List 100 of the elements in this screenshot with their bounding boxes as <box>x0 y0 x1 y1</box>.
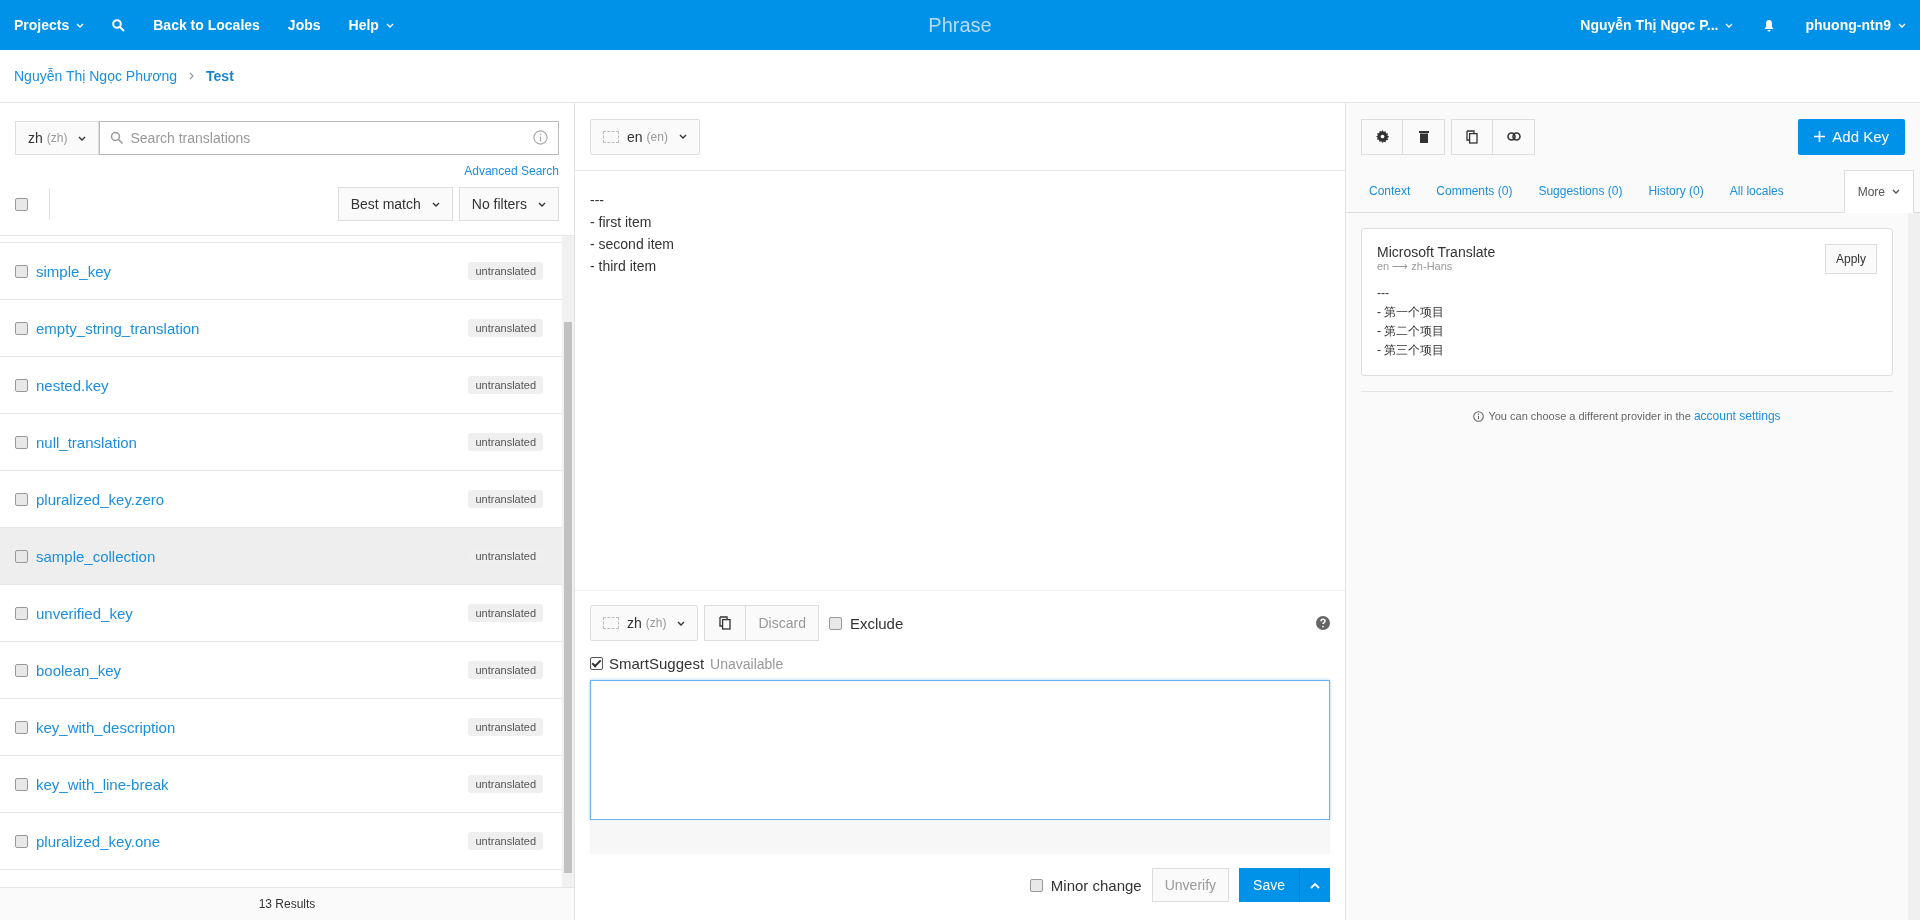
plus-icon <box>1814 131 1826 142</box>
tab[interactable]: History (0) <box>1635 170 1717 212</box>
row-checkbox[interactable] <box>15 492 28 506</box>
key-name-link[interactable]: key_with_description <box>36 718 461 736</box>
tab[interactable]: Suggestions (0) <box>1525 170 1636 212</box>
duplicate-button[interactable] <box>1451 118 1493 155</box>
status-badge: untranslated <box>468 262 543 280</box>
copy-button[interactable] <box>704 605 747 641</box>
key-name-link[interactable]: nested.key <box>36 376 461 394</box>
smartsuggest-checkbox[interactable] <box>590 657 603 670</box>
chevron-down-icon <box>1725 22 1734 28</box>
key-row[interactable]: sample_collection untranslated <box>0 528 562 585</box>
suggestion-text-line: - 第一个项目 <box>1377 304 1446 321</box>
copy-icon <box>719 616 732 630</box>
tab[interactable]: All locales <box>1716 170 1797 212</box>
tab[interactable]: More <box>1843 170 1914 213</box>
save-options-button[interactable] <box>1299 868 1330 902</box>
info-icon <box>1473 410 1485 422</box>
chevron-down-icon <box>677 620 686 626</box>
unverify-button[interactable]: Unverify <box>1151 868 1230 902</box>
caret-up-icon <box>1310 881 1320 889</box>
nav-link[interactable]: Jobs <box>287 17 321 33</box>
source-text-line: - third item <box>590 257 658 276</box>
source-text-line: --- <box>590 191 605 210</box>
status-badge: untranslated <box>468 604 543 622</box>
source-text-line: - first item <box>590 213 653 232</box>
filter-dropdown[interactable]: No filters <box>458 187 559 221</box>
row-checkbox[interactable] <box>15 606 28 620</box>
tab[interactable]: Context <box>1356 170 1424 212</box>
chevron-down-icon <box>538 201 546 207</box>
discard-button[interactable]: Discard <box>746 605 819 641</box>
row-checkbox[interactable] <box>15 264 28 278</box>
chevron-right-icon <box>189 72 195 80</box>
user-menu[interactable]: Nguyễn Thị Ngọc P... <box>1580 17 1734 33</box>
sort-dropdown[interactable]: Best match <box>337 187 453 221</box>
copy-icon <box>1466 129 1478 144</box>
row-checkbox[interactable] <box>15 663 28 677</box>
search-field[interactable]: Search translations <box>99 121 559 155</box>
save-button[interactable]: Save <box>1239 868 1299 902</box>
chevron-down-icon <box>1892 189 1900 194</box>
suggestion-text-line: --- <box>1377 285 1390 302</box>
chevron-down-icon <box>385 22 394 28</box>
locale-dropdown[interactable]: zh (zh) <box>15 121 100 155</box>
link-button[interactable] <box>1493 118 1535 155</box>
link-icon <box>1506 132 1521 141</box>
nav-menu[interactable]: Help <box>348 17 394 33</box>
delete-button[interactable] <box>1403 118 1445 155</box>
provider-name: Microsoft Translate <box>1377 244 1496 260</box>
nav-menu[interactable]: Projects <box>14 17 85 33</box>
info-text: You can choose a different provider in the account settings <box>1488 409 1781 423</box>
row-checkbox[interactable] <box>15 549 28 563</box>
suggestion-text-line: - 第三个项目 <box>1377 342 1446 359</box>
row-checkbox[interactable] <box>15 321 28 335</box>
help-icon[interactable] <box>1316 616 1330 630</box>
locale-dropdown[interactable]: zh (zh) <box>590 605 699 641</box>
language-direction: en ⟶ zh-Hans <box>1377 260 1454 273</box>
key-name-link[interactable]: simple_key <box>36 262 461 280</box>
key-name-link[interactable]: unverified_key <box>36 604 461 622</box>
breadcrumb-link[interactable]: Test <box>206 68 234 84</box>
account-menu[interactable]: phuong-ntn9 <box>1805 17 1906 33</box>
key-name-link[interactable]: pluralized_key.zero <box>36 490 461 508</box>
row-checkbox[interactable] <box>15 378 28 392</box>
status-badge: untranslated <box>468 490 543 508</box>
minor-change-checkbox[interactable] <box>1029 878 1043 892</box>
status-badge: untranslated <box>468 832 543 850</box>
advanced-search-link[interactable]: Advanced Search <box>464 164 559 178</box>
checkbox-label: Exclude <box>849 614 904 632</box>
nav-link[interactable]: Back to Locales <box>153 17 260 33</box>
row-checkbox[interactable] <box>15 777 28 791</box>
gear-icon <box>1375 130 1389 143</box>
account-settings-link[interactable]: account settings <box>1693 409 1781 423</box>
chevron-down-icon <box>678 134 687 139</box>
add-key-button[interactable]: Add Key <box>1798 118 1905 155</box>
select-all-checkbox[interactable] <box>15 197 28 211</box>
checkbox-label: SmartSuggest <box>609 655 705 672</box>
settings-button[interactable] <box>1361 118 1403 155</box>
row-checkbox[interactable] <box>15 720 28 734</box>
key-name-link[interactable]: pluralized_key.one <box>36 832 461 850</box>
apply-button[interactable]: Apply <box>1824 244 1877 274</box>
search-button[interactable] <box>112 18 126 32</box>
chevron-down-icon <box>78 135 87 141</box>
key-name-link[interactable]: sample_collection <box>36 547 461 565</box>
trash-icon <box>1418 130 1429 143</box>
key-name-link[interactable]: empty_string_translation <box>36 319 461 337</box>
checkbox-label: Minor change <box>1050 876 1142 894</box>
info-icon[interactable] <box>533 130 548 145</box>
row-checkbox[interactable] <box>15 435 28 449</box>
locale-dropdown[interactable]: en (en) <box>590 118 700 155</box>
status-badge: untranslated <box>468 718 543 736</box>
row-checkbox[interactable] <box>15 834 28 848</box>
exclude-checkbox[interactable] <box>828 616 842 630</box>
status-badge: untranslated <box>468 433 543 451</box>
key-name-link[interactable]: key_with_line-break <box>36 775 461 793</box>
chevron-down-icon <box>76 22 85 28</box>
key-name-link[interactable]: null_translation <box>36 433 461 451</box>
bell-icon[interactable] <box>1763 18 1776 32</box>
source-text-line: - second item <box>590 235 676 254</box>
breadcrumb-link[interactable]: Nguyễn Thị Ngọc Phương <box>14 68 178 84</box>
key-name-link[interactable]: boolean_key <box>36 661 461 679</box>
tab[interactable]: Comments (0) <box>1423 170 1526 212</box>
